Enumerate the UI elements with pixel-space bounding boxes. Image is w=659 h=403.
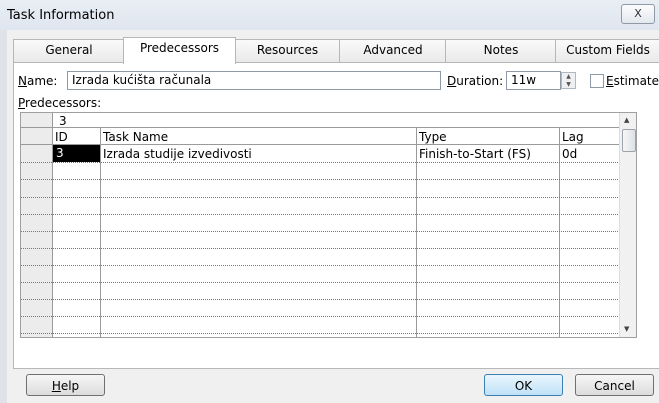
scroll-up-icon[interactable]: ▲ [624, 116, 629, 124]
row-divider [21, 299, 630, 300]
cell-id-selected[interactable]: 3 [53, 145, 100, 162]
column-divider [416, 127, 417, 337]
predecessors-label: Predecessors: [18, 96, 102, 110]
divider [21, 127, 621, 128]
column-divider [559, 127, 560, 337]
row-divider [21, 197, 630, 198]
spin-up-icon[interactable]: ▲ [562, 73, 575, 81]
row-divider [21, 231, 630, 232]
cancel-button[interactable]: Cancel [575, 374, 654, 396]
scroll-down-icon[interactable]: ▼ [624, 325, 629, 333]
estimated-checkbox[interactable] [590, 74, 604, 88]
col-header-id[interactable]: ID [55, 130, 68, 144]
cell-type[interactable]: Finish-to-Start (FS) [419, 147, 531, 161]
duration-spinner[interactable]: ▲ ▼ [561, 72, 576, 89]
ok-button[interactable]: OK [484, 374, 563, 396]
row-divider [21, 179, 630, 180]
row-divider [21, 282, 630, 283]
estimated-label: Estimated [606, 74, 659, 88]
col-header-task-name[interactable]: Task Name [103, 130, 168, 144]
tab-advanced[interactable]: Advanced [339, 39, 447, 62]
tab-general[interactable]: General [13, 39, 125, 62]
spin-down-icon[interactable]: ▼ [562, 81, 575, 89]
tab-resources[interactable]: Resources [234, 39, 341, 62]
tab-strip: General Predecessors Resources Advanced … [7, 37, 659, 64]
row-divider [21, 214, 630, 215]
predecessors-table: 3 ID Task Name Type Lag 3 Izrada studije… [20, 112, 637, 338]
col-header-type[interactable]: Type [419, 130, 447, 144]
scroll-thumb[interactable] [622, 129, 636, 152]
duration-label: Duration: [447, 74, 504, 88]
vertical-scrollbar[interactable]: ▲ ▼ [619, 113, 636, 337]
cell-edit-box[interactable]: 3 [59, 114, 67, 128]
tab-custom-fields[interactable]: Custom Fields [555, 39, 659, 62]
row-divider [21, 265, 630, 266]
title-bar: Task Information X [0, 0, 659, 30]
col-header-lag[interactable]: Lag [562, 130, 584, 144]
tab-notes[interactable]: Notes [445, 39, 557, 62]
help-button[interactable]: Help [26, 374, 105, 396]
row-header-column [21, 113, 52, 337]
column-divider [100, 127, 101, 337]
duration-field[interactable]: 11w [506, 71, 561, 90]
divider [21, 144, 621, 145]
tab-predecessors[interactable]: Predecessors [123, 37, 236, 64]
row-divider [21, 162, 630, 163]
cell-task-name[interactable]: Izrada studije izvedivosti [103, 147, 252, 161]
name-label: Name: [18, 74, 58, 88]
close-button[interactable]: X [621, 4, 655, 24]
cell-lag[interactable]: 0d [562, 147, 577, 161]
window-title: Task Information [7, 8, 115, 23]
row-divider [21, 248, 630, 249]
close-icon: X [634, 7, 642, 20]
row-divider [21, 316, 630, 317]
row-divider [21, 333, 630, 334]
name-field[interactable]: Izrada kućišta računala [67, 71, 441, 90]
